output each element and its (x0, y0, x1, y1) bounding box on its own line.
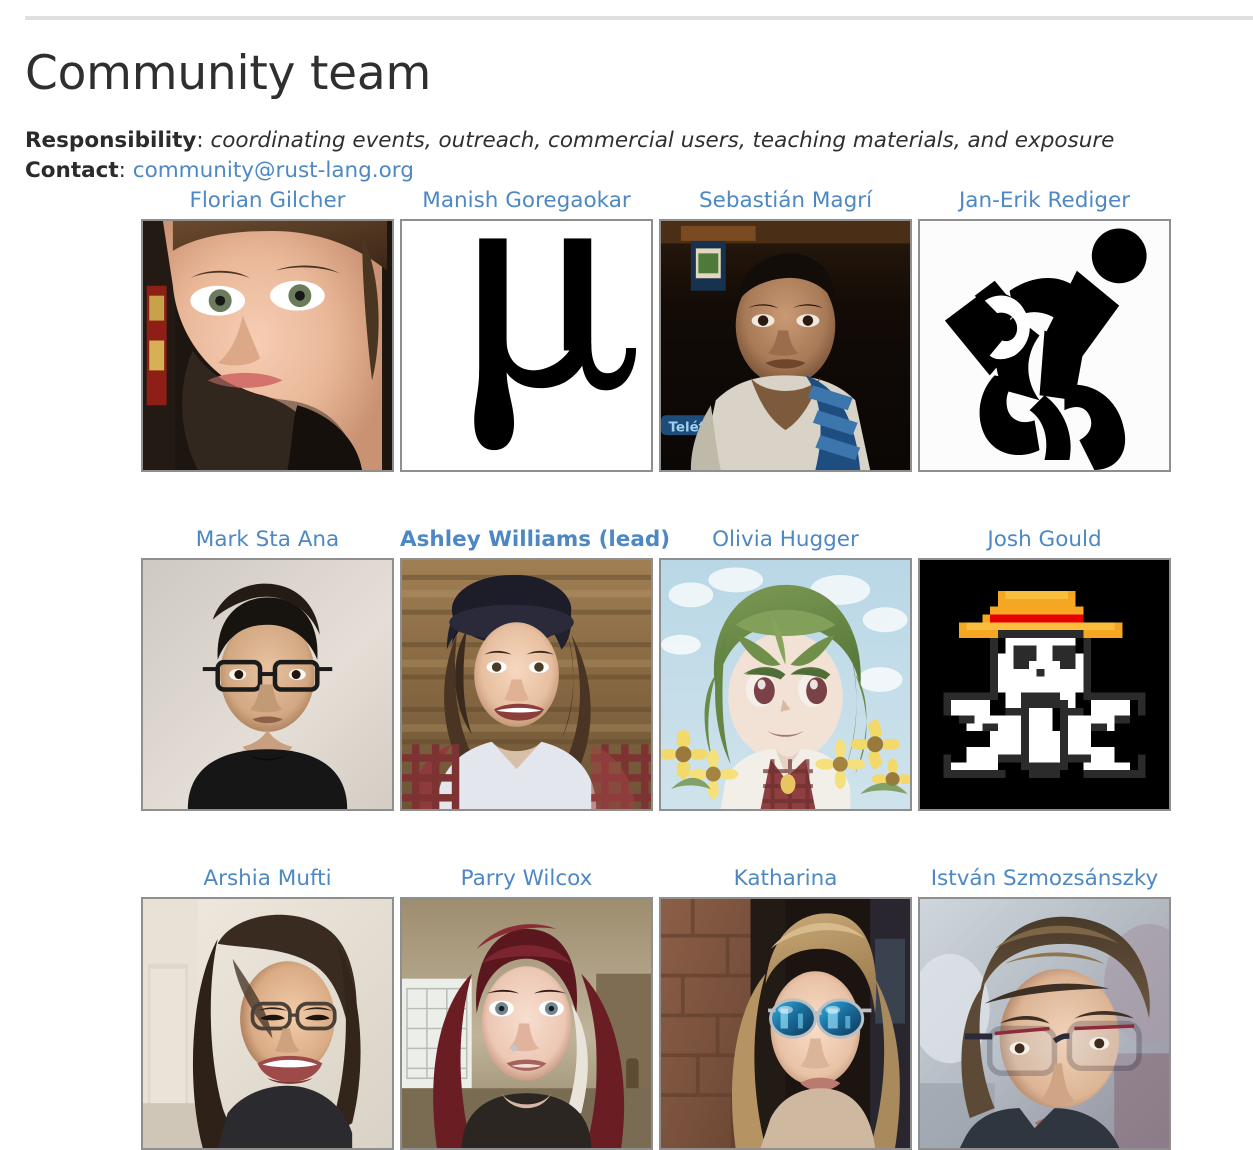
member-name-link[interactable]: Katharina (659, 864, 912, 897)
team-member: Parry Wilcox (400, 864, 659, 1150)
member-avatar[interactable] (141, 218, 394, 472)
contact-label: Contact (25, 157, 119, 183)
photo-portrait-woman-sunglasses (661, 898, 910, 1148)
member-avatar[interactable] (659, 557, 912, 811)
pixel-skull-strawhat-icon (920, 559, 1169, 809)
photo-portrait-man-glasses-2 (920, 898, 1169, 1148)
grid-row-spacer (141, 811, 1177, 864)
member-name-link[interactable]: Ashley Williams (lead) (400, 525, 670, 558)
photo-portrait-woman-redhair (402, 898, 651, 1148)
header-divider (25, 16, 1253, 20)
team-member: Mark Sta Ana (141, 525, 400, 811)
photo-portrait-man-beard (143, 220, 392, 470)
responsibility-text: coordinating events, outreach, commercia… (210, 127, 1115, 153)
grid-row-spacer (141, 472, 1177, 525)
team-member: Florian Gilcher (141, 186, 400, 472)
member-name-link[interactable]: Jan-Erik Rediger (918, 186, 1171, 219)
member-name-link[interactable]: Mark Sta Ana (141, 525, 394, 558)
team-member: Josh Gould (918, 525, 1177, 811)
team-meta: Responsibility: coordinating events, out… (25, 126, 1253, 186)
contact-line: Contact: community@rust-lang.org (25, 156, 1253, 186)
member-name-link[interactable]: Florian Gilcher (141, 186, 394, 219)
running-person-briefcase-icon (920, 220, 1169, 470)
member-name-link[interactable]: Josh Gould (918, 525, 1171, 558)
page-title: Community team (25, 46, 432, 101)
photo-portrait-woman-beanie (402, 559, 651, 809)
team-member: Katharina (659, 864, 918, 1150)
page-content: Community team Responsibility: coordinat… (0, 36, 1253, 1150)
member-name-link[interactable]: Olivia Hugger (659, 525, 912, 558)
mu-glyph-icon (402, 220, 651, 470)
member-avatar[interactable] (400, 896, 653, 1150)
team-member: Ashley Williams (lead) (400, 525, 670, 811)
member-avatar[interactable] (141, 557, 394, 811)
team-member: Olivia Hugger (659, 525, 918, 811)
contact-email-link[interactable]: community@rust-lang.org (133, 158, 414, 183)
member-name-link[interactable]: Sebastián Magrí (659, 186, 912, 219)
contact-separator: : (118, 157, 133, 183)
team-member: Jan-Erik Rediger (918, 186, 1177, 472)
responsibility-separator: : (196, 127, 211, 153)
anime-green-hair-sunflowers (661, 559, 910, 809)
member-avatar[interactable] (400, 557, 653, 811)
member-avatar[interactable] (918, 218, 1171, 472)
team-members-grid: Florian Gilcher Manish Goregaokar Sebast… (0, 186, 1177, 1150)
team-member: István Szmozsánszky (918, 864, 1177, 1150)
member-name-link[interactable]: Parry Wilcox (400, 864, 653, 897)
member-avatar[interactable] (918, 896, 1171, 1150)
member-avatar[interactable] (400, 218, 653, 472)
member-name-link[interactable]: Arshia Mufti (141, 864, 394, 897)
team-member: Manish Goregaokar (400, 186, 659, 472)
responsibility-label: Responsibility (25, 127, 197, 153)
responsibility-line: Responsibility: coordinating events, out… (25, 126, 1253, 156)
member-name-link[interactable]: István Szmozsánszky (918, 864, 1171, 897)
member-avatar[interactable] (141, 896, 394, 1150)
photo-portrait-man-glasses (143, 559, 392, 809)
member-avatar[interactable] (659, 896, 912, 1150)
member-avatar[interactable] (918, 557, 1171, 811)
member-name-link[interactable]: Manish Goregaokar (400, 186, 653, 219)
photo-portrait-woman-glasses (143, 898, 392, 1148)
team-member: Sebastián Magrí Teléfono (659, 186, 918, 472)
page-root: Community team Responsibility: coordinat… (0, 0, 1253, 1150)
photo-portrait-man-scarf: Teléfono (661, 220, 910, 470)
member-avatar[interactable]: Teléfono (659, 218, 912, 472)
team-member: Arshia Mufti (141, 864, 400, 1150)
